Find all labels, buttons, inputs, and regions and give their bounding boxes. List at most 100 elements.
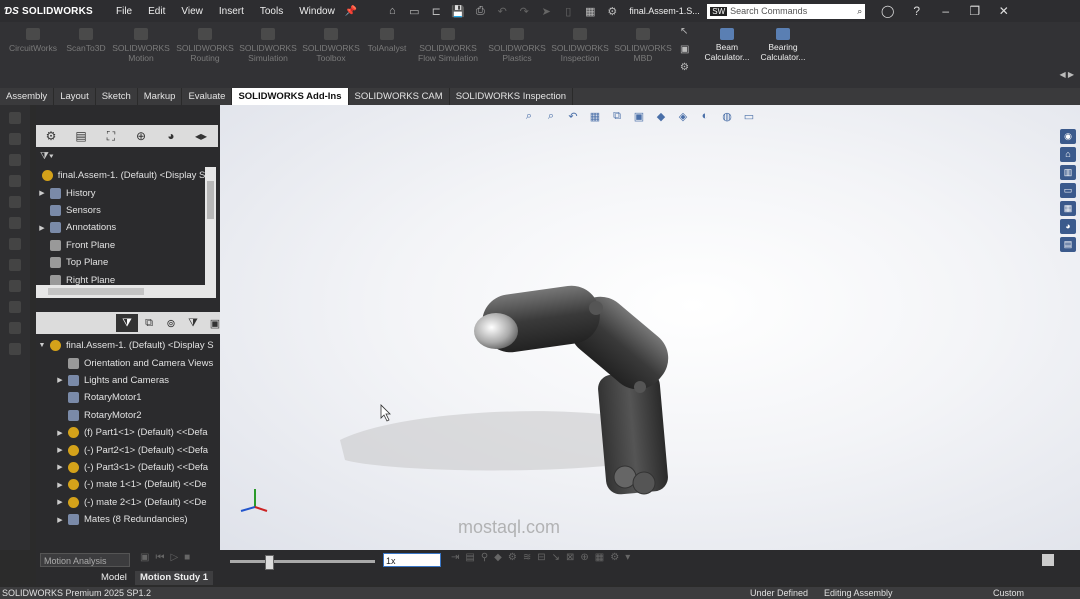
tree-item[interactable]: ▶ (-) Part3<1> (Default) <<Defa: [36, 459, 220, 476]
tab-assembly[interactable]: Assembly: [0, 88, 55, 105]
tab-sketch[interactable]: Sketch: [96, 88, 138, 105]
play-from-start-icon[interactable]: ⏮: [155, 552, 164, 563]
tree-item[interactable]: ▼ final.Assem-1. (Default) <Display S: [36, 337, 220, 354]
redo-icon[interactable]: ↷: [513, 5, 535, 18]
tab-motion-study-1[interactable]: Motion Study 1: [135, 571, 214, 585]
panel-scroll-arrows-icon[interactable]: ◂▸: [186, 129, 216, 143]
search-commands-input[interactable]: SW Search Commands ⌕: [707, 3, 866, 19]
expand-toggle[interactable]: ▶: [54, 481, 66, 489]
strip-tool-icon[interactable]: [9, 322, 21, 334]
save-animation-icon[interactable]: ▤: [465, 552, 474, 563]
ribbon-sw-mbd[interactable]: SOLIDWORKS MBD: [612, 26, 674, 63]
expand-toggle[interactable]: ▶: [54, 429, 66, 437]
menu-window[interactable]: Window: [291, 6, 343, 17]
close-button[interactable]: ✕: [989, 4, 1018, 18]
strip-tool-icon[interactable]: [9, 112, 21, 124]
collapse-icon[interactable]: ▾: [625, 552, 630, 563]
tree-horizontal-scrollbar[interactable]: [36, 285, 216, 298]
restore-button[interactable]: ❐: [960, 4, 989, 18]
gravity-icon[interactable]: ⊕: [580, 552, 588, 563]
contact-icon[interactable]: ⊠: [566, 552, 574, 563]
strip-tool-icon[interactable]: [9, 154, 21, 166]
tab-solidworks-cam[interactable]: SOLIDWORKS CAM: [349, 88, 450, 105]
tree-item[interactable]: ▶ (-) mate 2<1> (Default) <<De: [36, 494, 220, 511]
strip-tool-icon[interactable]: [9, 259, 21, 271]
strip-tool-icon[interactable]: [9, 217, 21, 229]
graphics-viewport[interactable]: ⌕ ⌕ ↶ ▦ ⧉ ▣ ◆ ◈ ◐ ◍ ▭ ◉ ⌂ ▥ ▭ ▦ ◕ ▤ most…: [220, 105, 1080, 550]
study-type-select[interactable]: Motion Analysis: [40, 553, 130, 567]
tree-item[interactable]: RotaryMotor2: [36, 407, 220, 424]
stop-icon[interactable]: ■: [184, 552, 190, 563]
results-plots-icon[interactable]: ▦: [595, 552, 604, 563]
tree-item[interactable]: ▶ History: [36, 184, 208, 201]
expand-toggle[interactable]: ▶: [54, 516, 66, 524]
tree-item[interactable]: RotaryMotor1: [36, 389, 220, 406]
ribbon-scanto3d[interactable]: ScanTo3D: [55, 26, 117, 53]
solidworks-logo[interactable]: ƊS SOLIDWORKS: [0, 6, 108, 17]
tree-item[interactable]: final.Assem-1. (Default) <Display St: [36, 167, 208, 184]
ribbon-sw-simulation[interactable]: SOLIDWORKS Simulation: [237, 26, 299, 63]
menu-view[interactable]: View: [173, 6, 211, 17]
print-icon[interactable]: ⎙: [469, 5, 491, 18]
tree-item[interactable]: Sensors: [36, 202, 208, 219]
menu-edit[interactable]: Edit: [140, 6, 173, 17]
tree-item[interactable]: Front Plane: [36, 237, 208, 254]
expand-toggle[interactable]: ▶: [54, 463, 66, 471]
filter-selected-icon[interactable]: ⊚: [160, 317, 182, 330]
tree-item[interactable]: ▶ (-) Part2<1> (Default) <<Defa: [36, 441, 220, 458]
user-account-icon[interactable]: ◯: [873, 4, 902, 18]
ribbon-sw-motion[interactable]: SOLIDWORKS Motion: [110, 26, 172, 63]
play-icon[interactable]: ▷: [170, 552, 178, 563]
spring-icon[interactable]: ≋: [523, 552, 531, 563]
pin-icon[interactable]: 📌: [345, 6, 357, 17]
playback-mode-icon[interactable]: ⇥: [451, 552, 459, 563]
add-key-icon[interactable]: ◆: [494, 552, 502, 563]
file-properties-icon[interactable]: ▦: [579, 5, 601, 18]
options-gear-icon[interactable]: ⚙: [601, 5, 623, 18]
configuration-manager-tab-icon[interactable]: ⛶: [96, 129, 126, 144]
search-icon[interactable]: ⌕: [857, 6, 862, 17]
autokey-icon[interactable]: ⚲: [481, 552, 488, 563]
beam-calculator-button[interactable]: Beam Calculator...: [696, 26, 758, 62]
minimize-button[interactable]: –: [931, 4, 960, 18]
help-icon[interactable]: ?: [902, 4, 931, 18]
bearing-calculator-button[interactable]: Bearing Calculator...: [752, 26, 814, 62]
menu-insert[interactable]: Insert: [211, 6, 252, 17]
expand-toggle[interactable]: ▶: [36, 224, 48, 232]
tree-vertical-scrollbar[interactable]: [205, 167, 216, 285]
undo-icon[interactable]: ↶: [491, 5, 513, 18]
ribbon-sw-flow-simulation[interactable]: SOLIDWORKS Flow Simulation: [412, 26, 484, 63]
tree-item[interactable]: ▶ (-) mate 1<1> (Default) <<De: [36, 476, 220, 493]
strip-tool-icon[interactable]: [9, 175, 21, 187]
motor-icon[interactable]: ⚙: [508, 552, 517, 563]
feature-manager-tab-icon[interactable]: ⚙: [36, 129, 66, 143]
expand-toggle[interactable]: ▶: [36, 189, 48, 197]
tab-solidworks-add-ins[interactable]: SOLIDWORKS Add-Ins: [232, 88, 349, 105]
display-manager-tab-icon[interactable]: ◕: [156, 129, 186, 143]
tab-model[interactable]: Model: [96, 571, 132, 585]
tree-item[interactable]: Top Plane: [36, 254, 208, 271]
menu-file[interactable]: File: [108, 6, 140, 17]
rebuild-icon[interactable]: ▯: [557, 5, 579, 18]
menu-tools[interactable]: Tools: [252, 6, 291, 17]
select-icon[interactable]: ➤: [535, 5, 557, 18]
strip-tool-icon[interactable]: [9, 133, 21, 145]
scrollbar-thumb[interactable]: [207, 181, 214, 219]
playback-speed-select[interactable]: 1x: [383, 553, 441, 567]
panel-toggle-icon[interactable]: [1042, 554, 1054, 566]
expand-toggle[interactable]: ▼: [36, 342, 48, 349]
property-manager-tab-icon[interactable]: ▤: [66, 129, 96, 143]
ribbon-sw-inspection[interactable]: SOLIDWORKS Inspection: [549, 26, 611, 63]
ribbon-sw-plastics[interactable]: SOLIDWORKS Plastics: [486, 26, 548, 63]
strip-tool-icon[interactable]: [9, 238, 21, 250]
settings-tool-icon[interactable]: ⚙: [680, 62, 694, 80]
home-icon[interactable]: ⌂: [381, 5, 403, 18]
tree-item[interactable]: Orientation and Camera Views: [36, 354, 220, 371]
filter-animation-icon[interactable]: ⧩: [116, 314, 138, 332]
expand-toggle[interactable]: ▶: [54, 446, 66, 454]
new-document-icon[interactable]: ▭: [403, 5, 425, 18]
force-icon[interactable]: ↘: [552, 552, 560, 563]
scrollbar-thumb[interactable]: [48, 288, 144, 295]
playback-slider[interactable]: [230, 555, 375, 570]
ribbon-sw-toolbox[interactable]: SOLIDWORKS Toolbox: [300, 26, 362, 63]
